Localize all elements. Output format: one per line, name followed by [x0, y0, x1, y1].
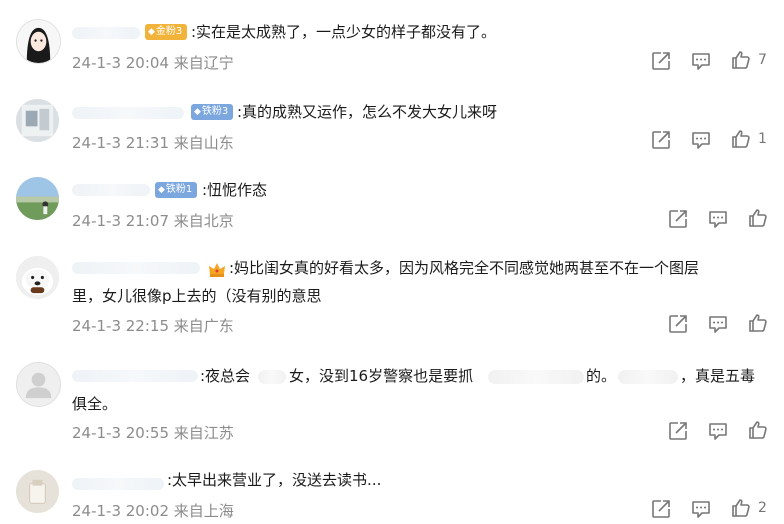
username-blurred[interactable] — [72, 107, 184, 119]
like-count: 7 — [758, 52, 767, 68]
share-icon[interactable] — [667, 313, 689, 335]
comment-text: 女，没到16岁警察也是要抓 — [289, 367, 474, 385]
avatar[interactable] — [16, 19, 61, 64]
avatar[interactable] — [16, 470, 59, 513]
share-icon[interactable] — [667, 420, 689, 442]
comment-item: :太早出来营业了，没送去读书... 24-1-3 20:02 来自上海 2 — [0, 460, 784, 524]
thumbs-up-icon[interactable] — [747, 419, 769, 441]
share-icon[interactable] — [650, 129, 672, 151]
avatar[interactable] — [16, 256, 59, 299]
comment-item: ◆铁粉3 :真的成熟又运作，怎么不发大女儿来呀 24-1-3 21:31 来自山… — [0, 80, 784, 160]
thumbs-up-icon[interactable] — [747, 207, 769, 229]
fan-badge: ◆铁粉3 — [191, 104, 234, 120]
username-blurred[interactable] — [72, 370, 198, 382]
redacted-text — [618, 370, 678, 384]
redacted-text — [258, 370, 286, 384]
comment-text: :实在是太成熟了，一点少女的样子都没有了。 — [191, 23, 497, 41]
comment-text-line2: 里，女儿很像p上去的（没有别的意思 — [72, 287, 322, 305]
share-icon[interactable] — [650, 50, 672, 72]
username-blurred[interactable] — [72, 27, 140, 39]
share-icon[interactable] — [667, 208, 689, 230]
thumbs-up-icon[interactable] — [730, 49, 752, 71]
username-blurred[interactable] — [72, 262, 200, 274]
diamond-icon: ◆ — [158, 185, 165, 195]
thumbs-up-icon[interactable] — [747, 312, 769, 334]
comment-text: :太早出来营业了，没送去读书... — [167, 471, 382, 489]
comment-item: :妈比闺女真的好看太多，因为风格完全不同感觉她两甚至不在一个图层 里，女儿很像p… — [0, 240, 784, 350]
share-icon[interactable] — [650, 498, 672, 520]
comment-text: :忸怩作态 — [202, 181, 268, 199]
comment-text: :夜总会 — [200, 367, 251, 385]
like-count: 2 — [758, 500, 767, 516]
comment-meta: 24-1-3 21:31 来自山东 — [72, 134, 234, 152]
comment-meta: 24-1-3 20:55 来自江苏 — [72, 424, 234, 442]
fan-badge: ◆铁粉1 — [155, 182, 198, 198]
comment-icon[interactable] — [690, 129, 712, 151]
thumbs-up-icon[interactable] — [730, 128, 752, 150]
thumbs-up-icon[interactable] — [730, 497, 752, 519]
username-blurred[interactable] — [72, 184, 150, 196]
fan-badge: ◆金粉3 — [145, 24, 188, 40]
comment-icon[interactable] — [707, 313, 729, 335]
comment-item: ◆铁粉1 :忸怩作态 24-1-3 21:07 来自北京 — [0, 160, 784, 240]
avatar[interactable] — [16, 99, 59, 142]
comment-item: :夜总会 女，没到16岁警察也是要抓 的。 ，真是五毒 俱全。 24-1-3 2… — [0, 350, 784, 460]
comment-meta: 24-1-3 21:07 来自北京 — [72, 212, 234, 230]
comment-text: :妈比闺女真的好看太多，因为风格完全不同感觉她两甚至不在一个图层 — [229, 259, 700, 277]
username-blurred[interactable] — [72, 478, 164, 490]
comment-icon[interactable] — [707, 208, 729, 230]
diamond-icon: ◆ — [148, 27, 155, 37]
comment-icon[interactable] — [690, 498, 712, 520]
redacted-text — [488, 370, 584, 384]
comment-meta: 24-1-3 20:02 来自上海 — [72, 502, 234, 520]
comment-meta: 24-1-3 20:04 来自辽宁 — [72, 54, 234, 72]
comment-item: ◆金粉3 :实在是太成熟了，一点少女的样子都没有了。 24-1-3 20:04 … — [0, 0, 784, 80]
comment-meta: 24-1-3 22:15 来自广东 — [72, 317, 234, 335]
avatar[interactable] — [16, 177, 59, 220]
comment-text: ，真是五毒 — [680, 367, 756, 385]
avatar[interactable] — [16, 362, 61, 407]
comment-text: :真的成熟又运作，怎么不发大女儿来呀 — [237, 103, 498, 121]
comment-text-line2: 俱全。 — [72, 395, 118, 413]
like-count: 1 — [758, 131, 767, 147]
comment-text: 的。 — [586, 367, 617, 385]
comment-icon[interactable] — [690, 50, 712, 72]
crown-icon — [209, 263, 225, 277]
comment-icon[interactable] — [707, 420, 729, 442]
diamond-icon: ◆ — [194, 107, 201, 117]
